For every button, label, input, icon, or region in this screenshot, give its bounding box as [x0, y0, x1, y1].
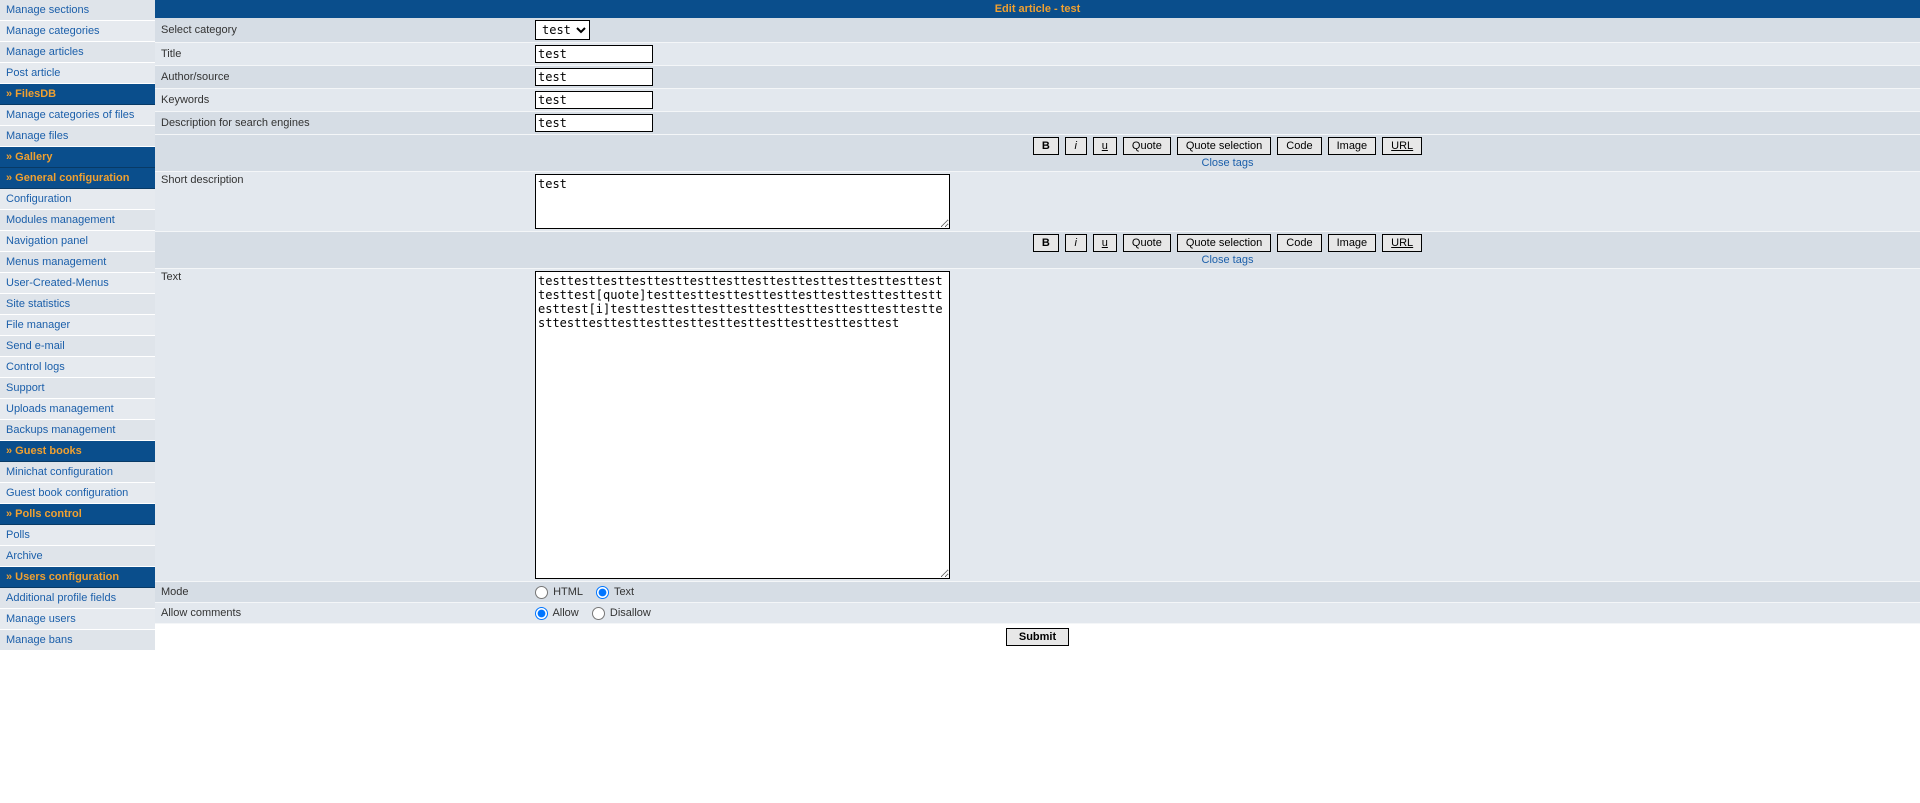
sidebar-item[interactable]: Minichat configuration [0, 462, 155, 483]
label-desc: Description for search engines [155, 115, 535, 131]
category-select[interactable]: test [535, 20, 590, 40]
keywords-input[interactable] [535, 91, 653, 109]
toolbar-text: B i u Quote Quote selection Code Image U… [155, 232, 1920, 269]
sidebar-item[interactable]: Polls [0, 525, 155, 546]
tb-italic[interactable]: i [1065, 137, 1087, 155]
sidebar-item[interactable]: Send e-mail [0, 336, 155, 357]
title-input[interactable] [535, 45, 653, 63]
tb2-quotesel[interactable]: Quote selection [1177, 234, 1271, 252]
sidebar-item[interactable]: Post article [0, 63, 155, 84]
sidebar-item[interactable]: Navigation panel [0, 231, 155, 252]
mode-radio-group: HTML Text [535, 584, 1920, 601]
tb2-italic[interactable]: i [1065, 234, 1087, 252]
tb-image[interactable]: Image [1328, 137, 1377, 155]
tb-url[interactable]: URL [1382, 137, 1422, 155]
tb-underline[interactable]: u [1093, 137, 1117, 155]
tb-bold[interactable]: B [1033, 137, 1059, 155]
tb2-bold[interactable]: B [1033, 234, 1059, 252]
sidebar-item[interactable]: Manage sections [0, 0, 155, 21]
mode-text[interactable]: Text [596, 586, 634, 598]
toolbar-short: B i u Quote Quote selection Code Image U… [155, 135, 1920, 172]
tb2-url[interactable]: URL [1382, 234, 1422, 252]
tb2-quote[interactable]: Quote [1123, 234, 1171, 252]
sidebar-item[interactable]: Modules management [0, 210, 155, 231]
sidebar-item[interactable]: Manage articles [0, 42, 155, 63]
submit-button[interactable]: Submit [1006, 628, 1069, 646]
close-tags-link[interactable]: Close tags [1202, 155, 1254, 169]
sidebar-item[interactable]: Manage categories [0, 21, 155, 42]
sidebar-header: » FilesDB [0, 84, 155, 105]
label-text: Text [155, 269, 535, 285]
comments-disallow[interactable]: Disallow [592, 607, 651, 619]
short-textarea[interactable] [535, 174, 950, 229]
text-textarea[interactable] [535, 271, 950, 579]
label-short: Short description [155, 172, 535, 188]
comments-allow[interactable]: Allow [535, 607, 579, 619]
label-title: Title [155, 46, 535, 62]
sidebar-header: » Polls control [0, 504, 155, 525]
sidebar-header: » Users configuration [0, 567, 155, 588]
sidebar: Manage sectionsManage categoriesManage a… [0, 0, 155, 651]
sidebar-item[interactable]: Control logs [0, 357, 155, 378]
tb2-underline[interactable]: u [1093, 234, 1117, 252]
sidebar-item[interactable]: User-Created-Menus [0, 273, 155, 294]
sidebar-header: » Gallery [0, 147, 155, 168]
sidebar-item[interactable]: Manage users [0, 609, 155, 630]
sidebar-item[interactable]: Additional profile fields [0, 588, 155, 609]
sidebar-item[interactable]: Backups management [0, 420, 155, 441]
mode-html[interactable]: HTML [535, 586, 583, 598]
sidebar-header: » Guest books [0, 441, 155, 462]
sidebar-item[interactable]: Manage files [0, 126, 155, 147]
sidebar-item[interactable]: Support [0, 378, 155, 399]
tb-quotesel[interactable]: Quote selection [1177, 137, 1271, 155]
tb-code[interactable]: Code [1277, 137, 1321, 155]
sidebar-item[interactable]: Site statistics [0, 294, 155, 315]
tb-quote[interactable]: Quote [1123, 137, 1171, 155]
sidebar-item[interactable]: Guest book configuration [0, 483, 155, 504]
sidebar-item[interactable]: Configuration [0, 189, 155, 210]
sidebar-item[interactable]: File manager [0, 315, 155, 336]
label-mode: Mode [155, 584, 535, 600]
label-author: Author/source [155, 69, 535, 85]
sidebar-item[interactable]: Manage categories of files [0, 105, 155, 126]
desc-input[interactable] [535, 114, 653, 132]
sidebar-item[interactable]: Manage bans [0, 630, 155, 651]
sidebar-item[interactable]: Archive [0, 546, 155, 567]
tb2-code[interactable]: Code [1277, 234, 1321, 252]
close-tags-link-2[interactable]: Close tags [1202, 252, 1254, 266]
sidebar-item[interactable]: Uploads management [0, 399, 155, 420]
comments-radio-group: Allow Disallow [535, 605, 1920, 622]
page-title: Edit article - test [155, 0, 1920, 18]
author-input[interactable] [535, 68, 653, 86]
label-keywords: Keywords [155, 92, 535, 108]
sidebar-item[interactable]: Menus management [0, 252, 155, 273]
label-comments: Allow comments [155, 605, 535, 621]
label-category: Select category [155, 22, 535, 38]
main-content: Edit article - test Select category test… [155, 0, 1920, 651]
sidebar-header: » General configuration [0, 168, 155, 189]
tb2-image[interactable]: Image [1328, 234, 1377, 252]
